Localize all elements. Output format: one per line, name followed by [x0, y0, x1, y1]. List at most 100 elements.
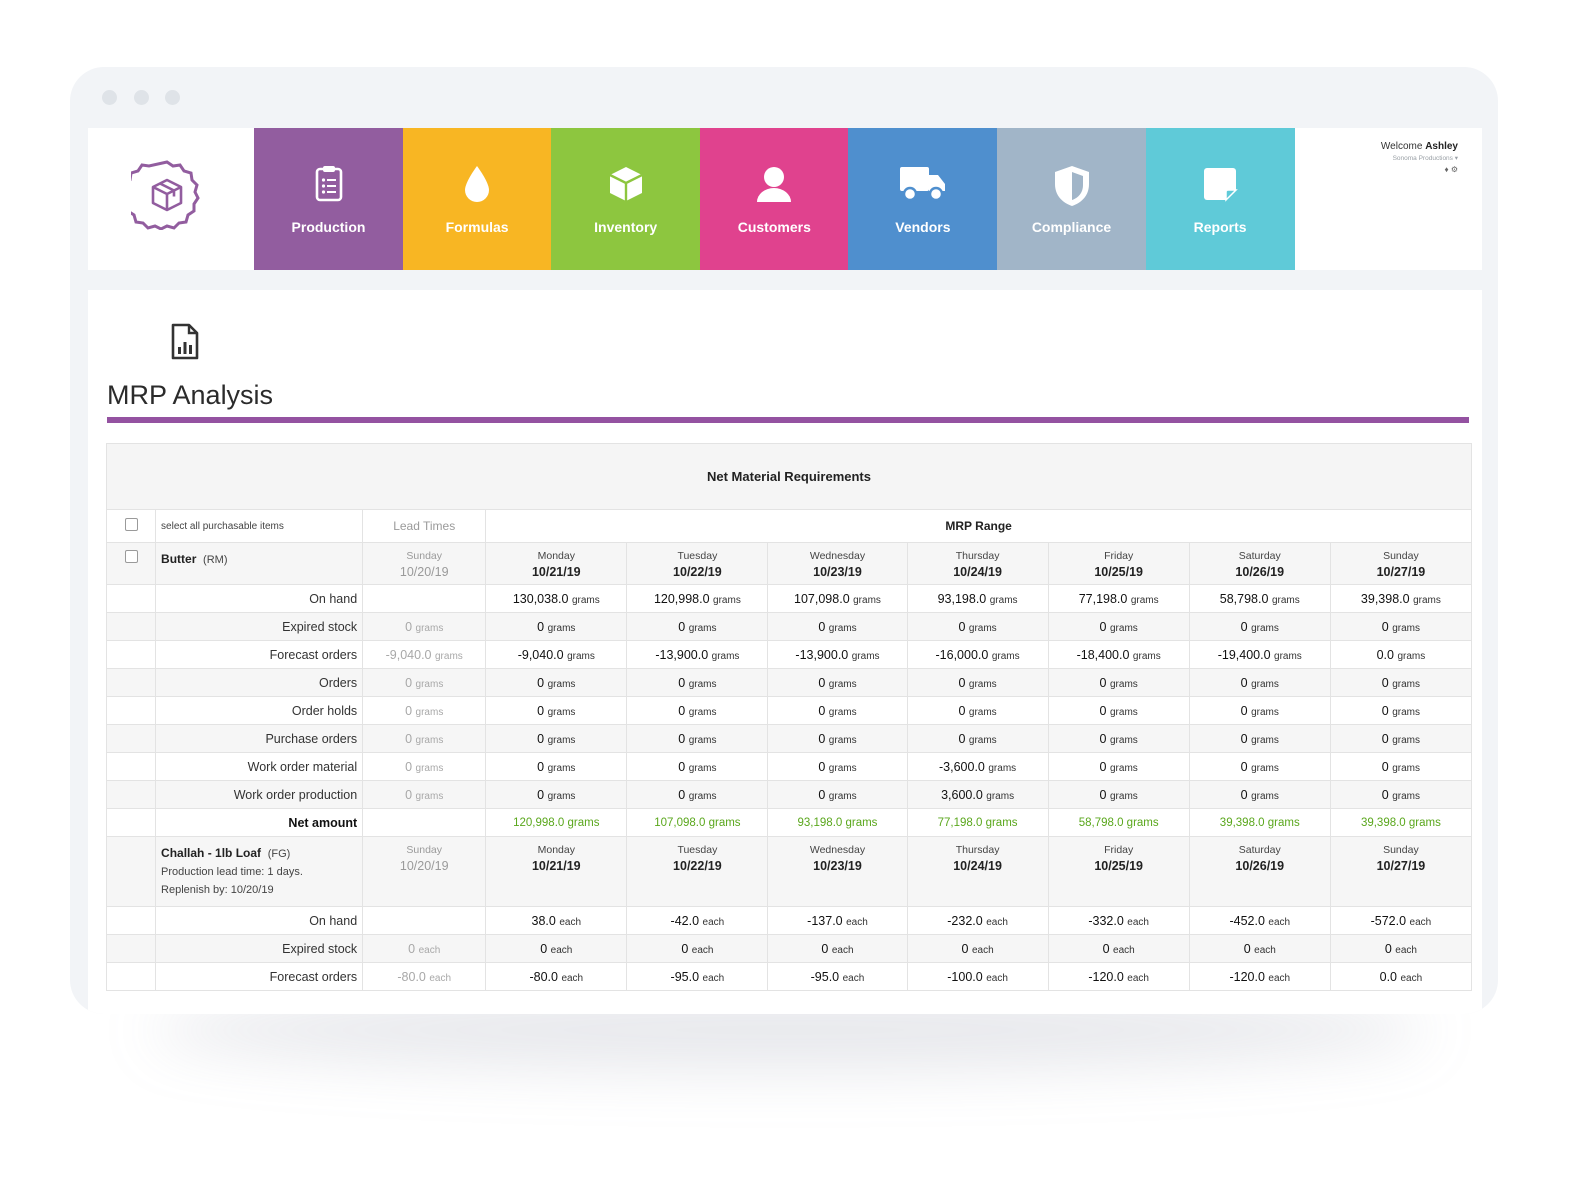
window-dot-minimize[interactable] [134, 90, 149, 105]
value-unit: each [1268, 916, 1291, 928]
value-unit: grams [547, 678, 576, 690]
value-unit: each [550, 944, 573, 956]
day-value: 0 grams [906, 612, 1049, 641]
value-number: 3,600.0 [941, 787, 983, 802]
value-unit: grams [547, 706, 576, 718]
value-unit: grams [688, 762, 717, 774]
day-value: -332.0 each [1047, 906, 1190, 935]
day-date: 10/23/19 [813, 565, 862, 579]
value-unit: grams [571, 594, 600, 606]
day-value: 0 grams [1047, 668, 1190, 697]
row-label: Expired stock [155, 612, 364, 641]
day-value: 0 each [485, 934, 628, 963]
day-value: 0 grams [1047, 780, 1190, 809]
value-unit: each [986, 972, 1008, 984]
select-all-checkbox[interactable] [124, 518, 138, 531]
value-number: -100.0 [947, 969, 983, 984]
value-number: 0 [678, 787, 686, 802]
value-number: 58,798.0 [1078, 816, 1124, 829]
value-number: 77,198.0 [1078, 591, 1128, 606]
value-number: 0 [678, 731, 686, 746]
user-action-icons[interactable]: ♦ ⚙ [1381, 165, 1458, 174]
day-header-cell: Sunday 10/27/19 [1329, 542, 1473, 585]
value-number: -137.0 [807, 913, 843, 928]
value-unit: grams [1109, 734, 1138, 746]
value-unit: grams [1251, 790, 1279, 802]
value-number: 0.0 [1376, 647, 1394, 662]
value-number: 0 [1240, 619, 1248, 634]
nav-tile-customers[interactable]: Customers [699, 128, 849, 270]
window-dot-maximize[interactable] [165, 90, 180, 105]
value-number: 93,198.0 [937, 591, 987, 606]
window-dot-close[interactable] [102, 90, 117, 105]
row-label: Forecast orders [155, 640, 364, 669]
value-unit: grams [1267, 816, 1300, 829]
value-unit: each [429, 972, 452, 984]
day-value: 0 grams [485, 780, 628, 809]
value-unit: grams [991, 650, 1020, 662]
value-unit: grams [1413, 594, 1441, 606]
item-name-cell: Challah - 1lb Loaf (FG) Production lead t… [155, 836, 364, 907]
value-number: 0 [1381, 731, 1389, 746]
day-value: 0 grams [767, 696, 908, 725]
value-number: 0 [958, 731, 966, 746]
nav-tile-production[interactable]: Production [254, 128, 403, 270]
value-number: 0 [1102, 941, 1110, 956]
value-unit: grams [853, 594, 881, 606]
value-number: -80.0 [529, 969, 558, 984]
value-number: -13,900.0 [655, 647, 709, 662]
select-all-label: select all purchasable items [155, 509, 364, 543]
value-number: 0 [1099, 619, 1107, 634]
lead-value: 0 grams [362, 780, 487, 809]
day-value: 3,600.0 grams [906, 780, 1049, 809]
day-value: 0 grams [485, 696, 628, 725]
day-name: Saturday [1238, 844, 1281, 856]
day-date: 10/21/19 [531, 859, 581, 873]
item-checkbox[interactable] [124, 550, 138, 563]
row-spacer [105, 808, 157, 837]
value-number: -452.0 [1229, 913, 1265, 928]
value-number: -572.0 [1370, 913, 1407, 928]
user-menu[interactable]: Welcome Ashley Sonoma Productions ▾ ♦ ⚙ [1381, 141, 1458, 174]
value-number: 0 [1099, 731, 1107, 746]
day-name: Tuesday [677, 550, 718, 562]
value-unit: grams [547, 734, 576, 746]
value-unit: each [1400, 972, 1423, 984]
value-number: 0 [818, 759, 826, 774]
item-name[interactable]: Challah - 1lb Loaf [161, 846, 261, 860]
day-value: 0 each [767, 934, 908, 963]
day-value: 130,038.0 grams [485, 584, 628, 613]
value-number: 0 [1381, 759, 1389, 774]
day-name: Monday [537, 844, 575, 856]
nav-tile-reports[interactable]: Reports [1145, 128, 1295, 270]
day-name: Wednesday [809, 844, 866, 856]
value-unit: grams [985, 816, 1018, 829]
nav-tile-compliance[interactable]: Compliance [997, 128, 1146, 270]
row-spacer [105, 612, 157, 641]
value-number: 0 [405, 619, 413, 634]
lead-value: 0 grams [362, 752, 487, 781]
day-name: Sunday [1383, 844, 1419, 856]
value-unit: grams [1271, 594, 1300, 606]
value-unit: each [1395, 944, 1417, 956]
value-unit: grams [1392, 706, 1421, 718]
value-unit: each [702, 972, 725, 984]
day-value: 0 grams [1188, 612, 1331, 641]
value-unit: grams [828, 622, 857, 634]
day-value: -95.0 each [767, 962, 908, 991]
value-unit: grams [828, 734, 857, 746]
app-logo[interactable] [88, 128, 254, 270]
value-number: -95.0 [810, 969, 840, 984]
nav-tile-inventory[interactable]: Inventory [551, 128, 701, 270]
value-unit: each [986, 916, 1008, 928]
day-value: -120.0 each [1047, 962, 1190, 991]
item-name[interactable]: Butter [161, 552, 196, 566]
value-number: -19,400.0 [1217, 647, 1271, 662]
value-number: -13,900.0 [795, 647, 849, 662]
nav-tile-formulas[interactable]: Formulas [402, 128, 552, 270]
row-label: Purchase orders [155, 724, 364, 753]
nav-tile-vendors[interactable]: Vendors [848, 128, 998, 270]
lead-value: -80.0 each [362, 962, 487, 991]
company-selector[interactable]: Sonoma Productions ▾ [1381, 154, 1458, 162]
nav-tile-label: Vendors [895, 219, 951, 235]
